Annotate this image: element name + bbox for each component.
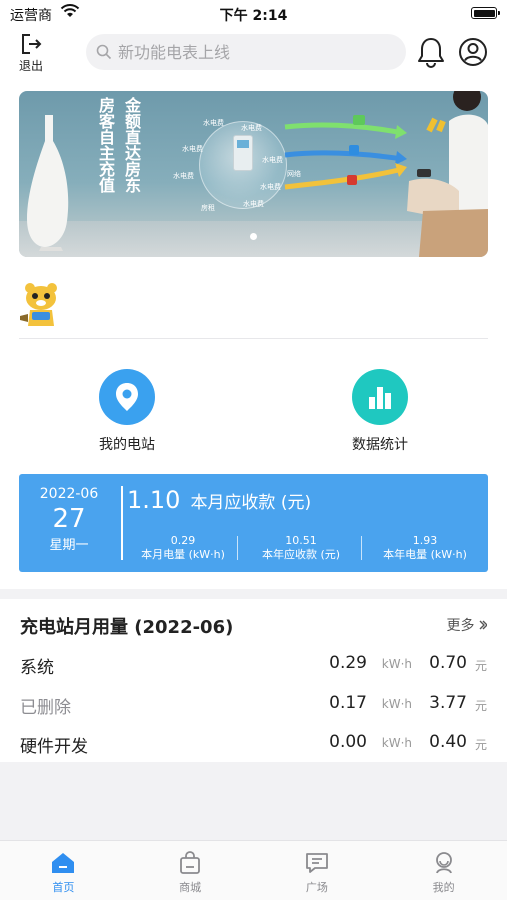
monthly-receivable-label: 本月应收款 (元): [190, 493, 312, 513]
banner-label: 水电费: [182, 145, 203, 153]
date-box: 2022-06 27 星期一: [27, 486, 111, 553]
banner-label: 水电费: [241, 124, 262, 132]
search-icon: [96, 44, 112, 60]
top-header: 退出: [0, 28, 507, 78]
banner-label: 水电费: [203, 119, 224, 127]
status-bar: 运营商 下午 2:14: [0, 0, 507, 28]
logout-icon: [22, 34, 42, 54]
weekday: 星期一: [49, 538, 89, 553]
tab-label: 广场: [305, 881, 328, 894]
station-name: 硬件开发: [20, 737, 88, 757]
banner-label: 水电费: [262, 156, 283, 164]
home-icon: [52, 853, 75, 873]
tab-label: 我的: [432, 881, 455, 894]
bar-chart-icon: [352, 369, 408, 425]
kwh-unit: kW·h: [381, 657, 412, 671]
user-profile-icon[interactable]: [458, 37, 488, 67]
bell-icon[interactable]: [416, 36, 446, 68]
station-kwh: 0.00: [329, 732, 367, 752]
stat-month-energy: 0.29 本月电量 (kW·h): [125, 534, 241, 562]
mascot-icon: [20, 283, 57, 326]
tab-home[interactable]: 首页: [0, 841, 127, 900]
section-title: 充电站月用量 (2022-06): [20, 617, 234, 638]
my-station-label: 我的电站: [99, 437, 155, 453]
stat-label: 本年电量 (kW·h): [383, 548, 467, 561]
battery-icon: [471, 7, 500, 19]
shopping-bag-icon: [180, 851, 201, 874]
amount-unit: 元: [474, 659, 487, 673]
banner-label: 水电费: [173, 172, 194, 180]
station-amount: 3.77: [429, 693, 467, 713]
station-amount: 0.70: [429, 653, 467, 673]
stat-year-energy: 1.93 本年电量 (kW·h): [365, 534, 485, 562]
day-number: 27: [52, 504, 86, 534]
station-kwh: 0.17: [329, 693, 367, 713]
station-row[interactable]: 硬件开发 0.00 kW·h 0.40 元: [20, 728, 487, 758]
tab-mall[interactable]: 商城: [127, 841, 254, 900]
banner-page-indicator: [19, 225, 488, 244]
money-flow-arrows: [284, 115, 407, 190]
banner-label: 水电费: [243, 200, 264, 208]
banner-text-col2: 金额直达房东: [122, 97, 141, 193]
empty-area: [0, 762, 507, 840]
section-divider: [19, 338, 488, 339]
tab-label: 首页: [52, 881, 75, 894]
my-station-button[interactable]: 我的电站: [72, 369, 182, 454]
data-statistics-button[interactable]: 数据统计: [325, 369, 435, 454]
search-input[interactable]: [118, 42, 378, 62]
stat-value: 0.29: [170, 534, 196, 547]
stat-value: 10.51: [285, 534, 317, 547]
status-time: 下午 2:14: [219, 8, 288, 24]
chat-bubble-icon: [305, 853, 328, 873]
search-bar[interactable]: [86, 34, 406, 70]
more-label: 更多: [446, 618, 475, 634]
station-kwh: 0.29: [329, 653, 367, 673]
meter-device-image: [233, 135, 253, 171]
banner-label: 房租: [201, 204, 215, 212]
tab-square[interactable]: 广场: [254, 841, 381, 900]
banner-label: 水电费: [260, 183, 281, 191]
stat-value: 1.93: [412, 534, 438, 547]
data-statistics-label: 数据统计: [352, 437, 408, 453]
logout-button[interactable]: 退出: [12, 32, 50, 74]
year-month: 2022-06: [39, 486, 99, 502]
stat-label: 本月电量 (kW·h): [141, 548, 225, 561]
stat-divider: [237, 536, 238, 560]
tab-mine[interactable]: 我的: [380, 841, 507, 900]
tab-label: 商城: [179, 881, 202, 894]
more-link[interactable]: 更多: [446, 615, 488, 635]
station-amount: 0.40: [429, 732, 467, 752]
bottom-tab-bar: 首页 商城 广场 我的: [0, 840, 507, 900]
station-name: 系统: [20, 658, 54, 678]
logout-label: 退出: [18, 59, 43, 73]
summary-card[interactable]: 2022-06 27 星期一 1.10 本月应收款 (元) 0.29 本月电量 (…: [19, 474, 488, 572]
amount-unit: 元: [474, 738, 487, 752]
station-row[interactable]: 已删除 0.17 kW·h 3.77 元: [20, 689, 487, 719]
promo-banner[interactable]: 房客自主充值 金额直达房东 水电费 水电费 水电费 水电费 水电费 水电费 网络…: [19, 91, 488, 257]
section-gap: [0, 589, 507, 599]
station-name: 已删除: [20, 698, 71, 718]
kwh-unit: kW·h: [381, 697, 412, 711]
profile-icon: [435, 852, 452, 874]
station-row[interactable]: 系统 0.29 kW·h 0.70 元: [20, 649, 487, 679]
card-divider: [121, 486, 123, 560]
chevron-right-icon: [479, 620, 488, 630]
banner-text-col1: 房客自主充值: [96, 97, 115, 193]
stat-divider: [361, 536, 362, 560]
kwh-unit: kW·h: [381, 736, 412, 750]
monthly-receivable: 1.10 本月应收款 (元): [127, 486, 311, 514]
location-pin-icon: [99, 369, 155, 425]
stat-label: 本年应收款 (元): [261, 548, 341, 561]
monthly-receivable-value: 1.10: [127, 486, 181, 514]
stat-year-receivable: 10.51 本年应收款 (元): [241, 534, 361, 562]
amount-unit: 元: [474, 699, 487, 713]
